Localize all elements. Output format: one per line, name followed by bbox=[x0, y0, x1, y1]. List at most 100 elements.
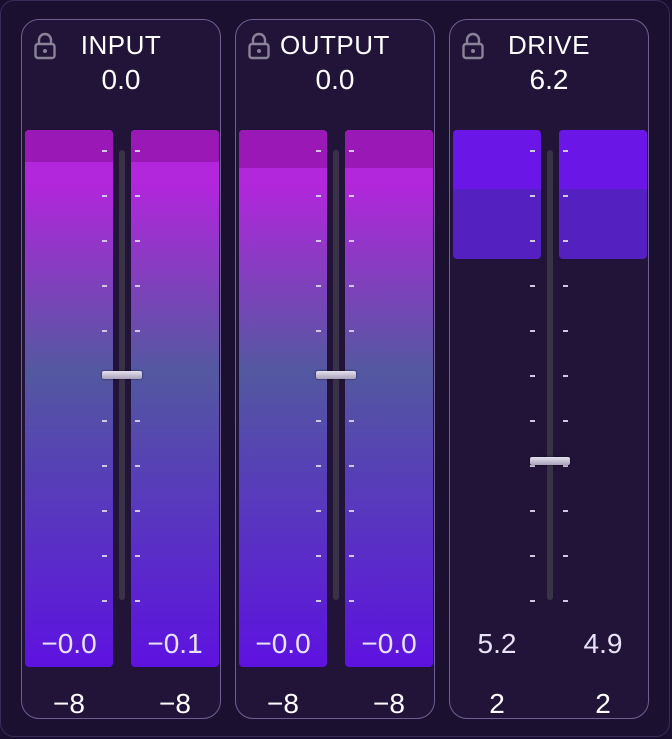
scale-tick bbox=[316, 510, 321, 512]
scale-tick bbox=[563, 330, 568, 332]
scale-tick bbox=[135, 285, 140, 287]
scale-tick bbox=[135, 150, 140, 152]
scale-tick bbox=[563, 150, 568, 152]
scale-tick bbox=[563, 600, 568, 602]
scale-tick bbox=[349, 465, 354, 467]
scale-tick bbox=[563, 195, 568, 197]
drive-title: DRIVE bbox=[508, 30, 590, 60]
scale-tick bbox=[349, 420, 354, 422]
scale-tick bbox=[530, 195, 535, 197]
input-meter-left bbox=[25, 130, 113, 667]
scale-tick bbox=[349, 150, 354, 152]
scale-tick bbox=[349, 195, 354, 197]
scale-tick bbox=[102, 420, 107, 422]
input-bottom-value-1: −8 bbox=[159, 688, 191, 719]
output-meter-right bbox=[345, 130, 433, 667]
scale-tick bbox=[563, 285, 568, 287]
scale-tick bbox=[316, 465, 321, 467]
scale-tick bbox=[102, 465, 107, 467]
scale-tick bbox=[316, 285, 321, 287]
scale-tick bbox=[563, 555, 568, 557]
output-peak-1 bbox=[345, 130, 433, 168]
output-reading-0: −0.0 bbox=[255, 628, 311, 659]
scale-tick bbox=[316, 420, 321, 422]
scale-tick bbox=[135, 330, 140, 332]
scale-tick bbox=[135, 195, 140, 197]
drive-fader-handle[interactable] bbox=[530, 457, 570, 465]
input-panel: INPUT 0.0 −0.0 −8 −0.1 −8 bbox=[21, 19, 221, 719]
drive-fader-track[interactable] bbox=[547, 150, 553, 600]
scale-tick bbox=[349, 600, 354, 602]
scale-tick bbox=[530, 600, 535, 602]
scale-tick bbox=[316, 195, 321, 197]
input-reading-1: −0.1 bbox=[147, 628, 203, 659]
output-fader-handle[interactable] bbox=[316, 371, 356, 379]
scale-tick bbox=[102, 330, 107, 332]
output-bottom-value-0: −8 bbox=[267, 688, 299, 719]
scale-tick bbox=[530, 240, 535, 242]
scale-tick bbox=[530, 285, 535, 287]
scale-tick bbox=[349, 555, 354, 557]
output-reading-1: −0.0 bbox=[361, 628, 417, 659]
drive-reading-1: 4.9 bbox=[583, 628, 623, 659]
drive-peak-1 bbox=[559, 130, 647, 189]
scale-tick bbox=[530, 330, 535, 332]
drive-panel: DRIVE 6.2 5.2 2 4.9 2 bbox=[449, 19, 649, 719]
input-reading-0: −0.0 bbox=[41, 628, 97, 659]
scale-tick bbox=[349, 510, 354, 512]
input-title: INPUT bbox=[80, 30, 162, 60]
scale-tick bbox=[316, 555, 321, 557]
input-peak-0 bbox=[25, 130, 113, 162]
scale-tick bbox=[530, 420, 535, 422]
output-peak-0 bbox=[239, 130, 327, 168]
input-value: 0.0 bbox=[101, 64, 141, 95]
output-title: OUTPUT bbox=[280, 30, 390, 60]
scale-tick bbox=[563, 240, 568, 242]
output-bottom-value-1: −8 bbox=[373, 688, 405, 719]
drive-meter-left bbox=[453, 130, 541, 259]
scale-tick bbox=[316, 240, 321, 242]
drive-bottom-value-1: 2 bbox=[595, 688, 611, 719]
scale-tick bbox=[563, 510, 568, 512]
scale-tick bbox=[530, 555, 535, 557]
scale-tick bbox=[530, 150, 535, 152]
scale-tick bbox=[349, 330, 354, 332]
input-fader-handle[interactable] bbox=[102, 371, 142, 379]
scale-tick bbox=[316, 330, 321, 332]
drive-meter-right bbox=[559, 130, 647, 259]
scale-tick bbox=[135, 555, 140, 557]
scale-tick bbox=[102, 240, 107, 242]
scale-tick bbox=[102, 555, 107, 557]
scale-tick bbox=[316, 600, 321, 602]
scale-tick bbox=[135, 420, 140, 422]
scale-tick bbox=[316, 150, 321, 152]
scale-tick bbox=[530, 510, 535, 512]
scale-tick bbox=[102, 600, 107, 602]
input-peak-1 bbox=[131, 130, 219, 162]
drive-value: 6.2 bbox=[529, 64, 569, 95]
scale-tick bbox=[563, 420, 568, 422]
scale-tick bbox=[530, 375, 535, 377]
scale-tick bbox=[563, 465, 568, 467]
plugin-window: INPUT 0.0 −0.0 −8 −0.1 −8 OUTPUT 0.0 −0.0 −8 −0.0 −… bbox=[0, 0, 670, 737]
drive-reading-0: 5.2 bbox=[477, 628, 517, 659]
drive-peak-0 bbox=[453, 130, 541, 189]
scale-tick bbox=[135, 600, 140, 602]
scale-tick bbox=[102, 195, 107, 197]
scale-tick bbox=[102, 510, 107, 512]
scale-tick bbox=[135, 465, 140, 467]
output-value: 0.0 bbox=[315, 64, 355, 95]
scale-tick bbox=[530, 465, 535, 467]
scale-tick bbox=[349, 240, 354, 242]
input-meter-right bbox=[131, 130, 219, 667]
scale-tick bbox=[135, 240, 140, 242]
scale-tick bbox=[349, 285, 354, 287]
output-panel: OUTPUT 0.0 −0.0 −8 −0.0 −8 bbox=[235, 19, 435, 719]
scale-tick bbox=[135, 510, 140, 512]
scale-tick bbox=[102, 285, 107, 287]
output-meter-left bbox=[239, 130, 327, 667]
drive-bottom-value-0: 2 bbox=[489, 688, 505, 719]
scale-tick bbox=[102, 150, 107, 152]
scale-tick bbox=[563, 375, 568, 377]
input-bottom-value-0: −8 bbox=[53, 688, 85, 719]
